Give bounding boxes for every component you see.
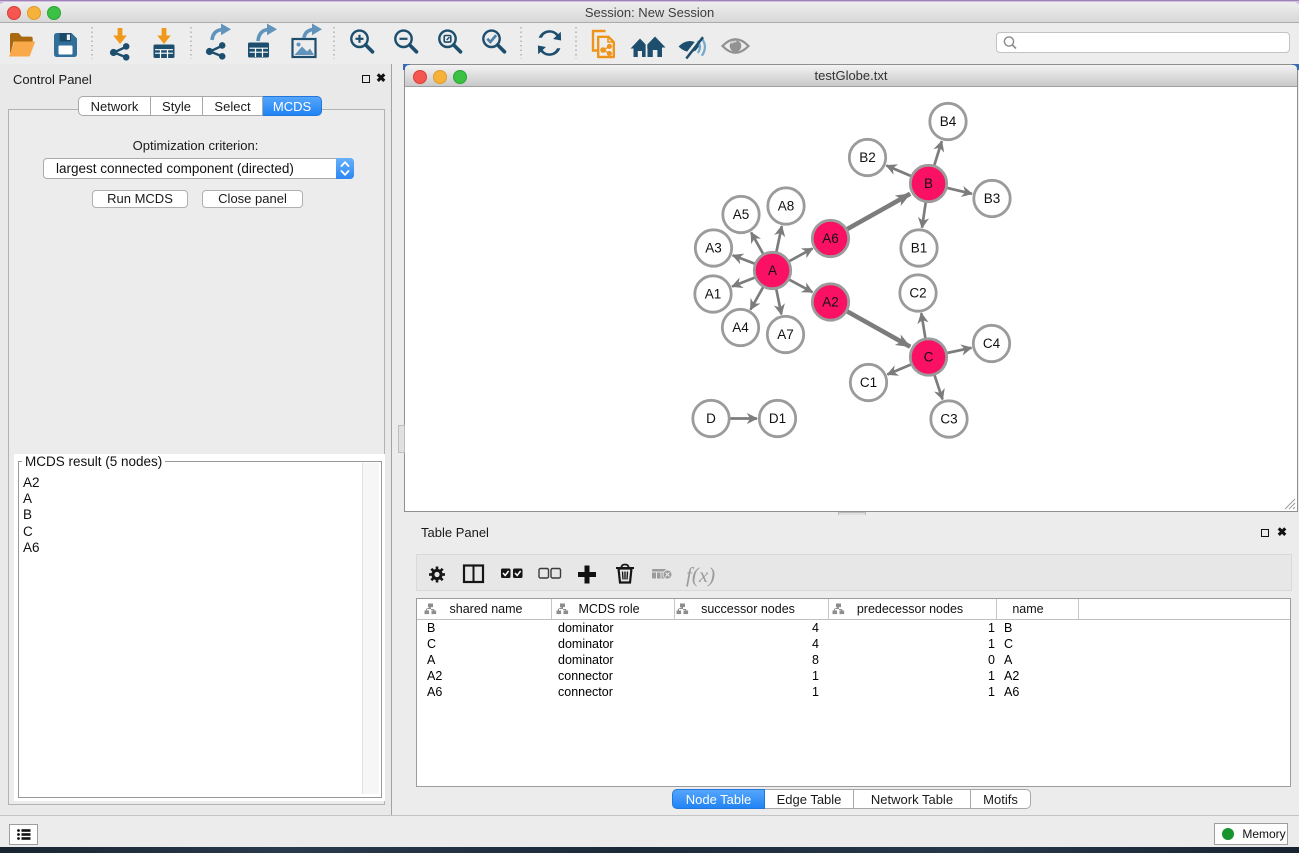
svg-text:dominator: dominator (558, 621, 614, 635)
svg-text:C2: C2 (909, 286, 926, 301)
svg-text:1: 1 (988, 669, 995, 683)
svg-text:1: 1 (812, 685, 819, 699)
svg-text:1: 1 (812, 669, 819, 683)
svg-text:B: B (924, 176, 933, 191)
svg-text:1: 1 (988, 685, 995, 699)
svg-text:C: C (427, 637, 436, 651)
svg-text:A7: A7 (777, 327, 794, 342)
svg-text:successor nodes: successor nodes (701, 602, 795, 616)
svg-text:dominator: dominator (558, 653, 614, 667)
svg-text:B2: B2 (859, 150, 876, 165)
svg-text:C4: C4 (983, 336, 1001, 351)
svg-text:A8: A8 (778, 199, 795, 214)
svg-text:C3: C3 (940, 412, 957, 427)
svg-text:name: name (1012, 602, 1043, 616)
svg-text:A4: A4 (732, 320, 749, 335)
svg-text:C: C (1004, 637, 1013, 651)
svg-text:A3: A3 (705, 241, 722, 256)
svg-text:A6: A6 (1004, 685, 1019, 699)
svg-text:1: 1 (988, 621, 995, 635)
svg-text:8: 8 (812, 653, 819, 667)
svg-text:B: B (427, 621, 435, 635)
svg-text:A: A (1004, 653, 1013, 667)
svg-text:A: A (768, 263, 777, 278)
svg-text:4: 4 (812, 621, 819, 635)
svg-text:C1: C1 (860, 375, 877, 390)
svg-text:0: 0 (988, 653, 995, 667)
svg-text:B4: B4 (940, 114, 957, 129)
svg-text:B1: B1 (911, 241, 928, 256)
svg-text:connector: connector (558, 669, 613, 683)
svg-text:MCDS role: MCDS role (578, 602, 639, 616)
svg-text:C: C (924, 350, 934, 365)
svg-text:connector: connector (558, 685, 613, 699)
svg-text:A1: A1 (705, 287, 722, 302)
svg-text:f(x): f(x) (686, 563, 715, 587)
svg-text:D1: D1 (769, 411, 786, 426)
svg-text:D: D (706, 411, 716, 426)
svg-text:B: B (1004, 621, 1012, 635)
svg-text:A2: A2 (822, 295, 839, 310)
svg-text:predecessor nodes: predecessor nodes (857, 602, 963, 616)
svg-text:A: A (427, 653, 436, 667)
svg-text:A6: A6 (427, 685, 442, 699)
svg-text:B3: B3 (984, 191, 1001, 206)
svg-text:1: 1 (988, 637, 995, 651)
svg-text:A5: A5 (733, 207, 750, 222)
svg-text:A6: A6 (822, 231, 839, 246)
svg-text:dominator: dominator (558, 637, 614, 651)
svg-text:4: 4 (812, 637, 819, 651)
svg-text:shared name: shared name (450, 602, 523, 616)
svg-text:A2: A2 (427, 669, 442, 683)
svg-text:A2: A2 (1004, 669, 1019, 683)
